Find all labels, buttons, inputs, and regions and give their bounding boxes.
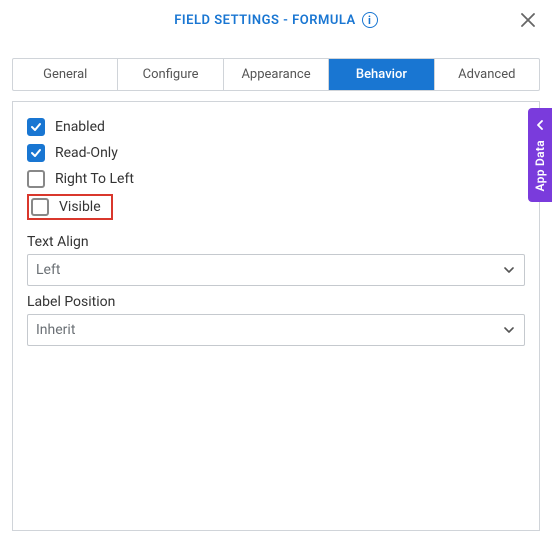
- tab-label: Appearance: [241, 67, 310, 82]
- readonly-label: Read-Only: [55, 145, 118, 161]
- label-position-value: Inherit: [36, 322, 75, 338]
- text-align-select[interactable]: Left: [27, 254, 525, 286]
- tab-label: General: [43, 67, 87, 82]
- app-data-label: App Data: [533, 140, 547, 191]
- app-data-side-tab[interactable]: App Data: [528, 108, 552, 202]
- chevron-down-icon: [502, 323, 516, 337]
- visible-label: Visible: [59, 199, 105, 215]
- enabled-label: Enabled: [55, 119, 105, 135]
- dialog-header: FIELD SETTINGS - FORMULA i: [0, 0, 552, 40]
- tab-label: Advanced: [458, 67, 515, 82]
- chevron-left-icon: [535, 118, 545, 134]
- visible-checkbox[interactable]: [31, 198, 49, 216]
- checkbox-row-enabled: Enabled: [27, 114, 525, 140]
- checkbox-row-readonly: Read-Only: [27, 140, 525, 166]
- dialog-title: FIELD SETTINGS - FORMULA: [174, 13, 356, 28]
- readonly-checkbox[interactable]: [27, 144, 45, 162]
- tab-label: Configure: [143, 67, 199, 82]
- tab-label: Behavior: [356, 67, 407, 82]
- info-icon[interactable]: i: [362, 12, 378, 28]
- checkbox-row-rtl: Right To Left: [27, 166, 525, 192]
- rtl-label: Right To Left: [55, 171, 134, 187]
- tabs-container: General Configure Appearance Behavior Ad…: [0, 40, 552, 91]
- label-position-select[interactable]: Inherit: [27, 314, 525, 346]
- visible-highlight: Visible: [27, 194, 113, 220]
- enabled-checkbox[interactable]: [27, 118, 45, 136]
- check-icon: [30, 121, 42, 133]
- dialog-title-wrap: FIELD SETTINGS - FORMULA i: [174, 12, 378, 28]
- label-position-label: Label Position: [27, 294, 525, 310]
- tab-advanced[interactable]: Advanced: [434, 59, 539, 90]
- tabs: General Configure Appearance Behavior Ad…: [12, 58, 540, 91]
- rtl-checkbox[interactable]: [27, 170, 45, 188]
- close-icon: [521, 13, 535, 27]
- tab-configure[interactable]: Configure: [117, 59, 222, 90]
- check-icon: [30, 147, 42, 159]
- tab-appearance[interactable]: Appearance: [223, 59, 328, 90]
- text-align-value: Left: [36, 262, 60, 278]
- close-button[interactable]: [516, 8, 540, 32]
- chevron-down-icon: [502, 263, 516, 277]
- tab-general[interactable]: General: [13, 59, 117, 90]
- tab-behavior[interactable]: Behavior: [328, 59, 433, 90]
- text-align-label: Text Align: [27, 234, 525, 250]
- behavior-panel: Enabled Read-Only Right To Left Visible …: [12, 101, 540, 531]
